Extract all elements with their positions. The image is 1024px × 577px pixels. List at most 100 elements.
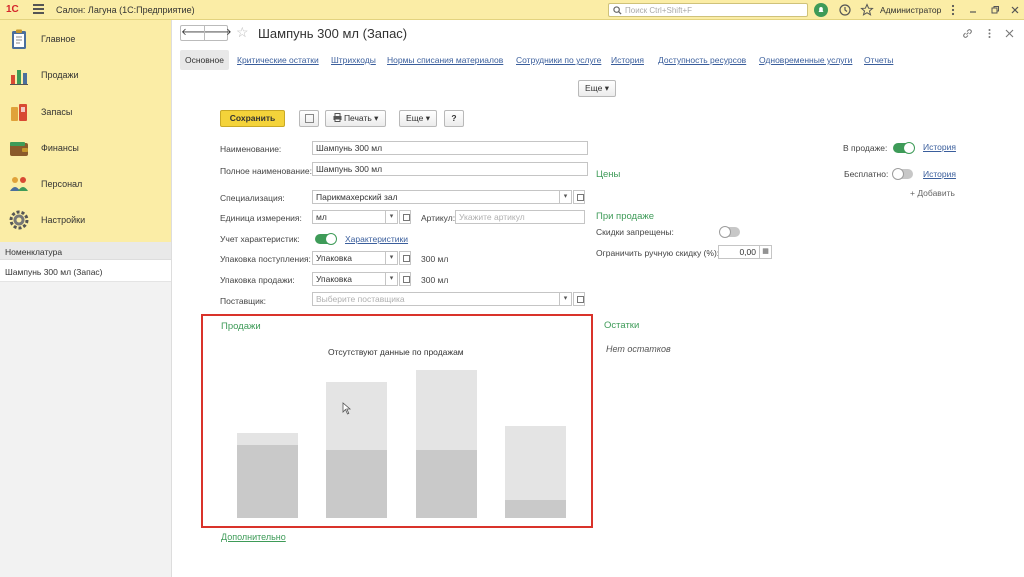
section-main[interactable]: Главное — [0, 22, 171, 58]
fullname-label: Полное наименование: — [220, 166, 312, 176]
top-bar: 1С Салон: Лагуна (1С:Предприятие) Поиск … — [0, 0, 1024, 20]
search-placeholder: Поиск Ctrl+Shift+F — [625, 6, 693, 15]
specialization-label: Специализация: — [220, 193, 285, 203]
sections-panel: Главное Продажи Запасы Финансы Персонал … — [0, 20, 171, 242]
pack-in-field[interactable]: Упаковка — [312, 251, 386, 265]
forward-button[interactable]: 🡒 — [205, 26, 232, 40]
placeholder-bar — [326, 450, 387, 518]
placeholder-bar — [326, 382, 387, 450]
tab-resource-availability[interactable]: Доступность ресурсов — [653, 50, 751, 70]
section-label: Главное — [41, 34, 76, 44]
additional-link[interactable]: Дополнительно — [221, 532, 286, 542]
calculator-icon[interactable]: ▦ — [760, 245, 772, 259]
section-staff[interactable]: Персонал — [0, 167, 171, 203]
toggle-knob — [719, 226, 731, 238]
name-field[interactable]: Шампунь 300 мл — [312, 141, 588, 155]
supplier-open-icon[interactable] — [573, 292, 585, 306]
article-field[interactable]: Укажите артикул — [455, 210, 585, 224]
on-sale-toggle[interactable] — [893, 142, 915, 154]
print-button[interactable]: Печать ▾ — [325, 110, 386, 127]
unit-dropdown-icon[interactable]: ▾ — [386, 210, 398, 224]
more-options-icon[interactable] — [984, 28, 995, 39]
save-button[interactable]: Сохранить — [220, 110, 285, 127]
favorites-icon[interactable] — [860, 3, 874, 17]
section-finance[interactable]: Финансы — [0, 131, 171, 167]
on-sale-label: В продаже: — [843, 143, 888, 153]
tabs-more-button[interactable]: Еще ▾ — [578, 80, 616, 97]
navigation-title[interactable]: Номенклатура — [0, 242, 171, 260]
tab-main[interactable]: Основное — [180, 50, 229, 70]
app-logo: 1С — [6, 4, 19, 15]
section-settings[interactable]: Настройки — [0, 203, 171, 239]
menu-icon[interactable] — [33, 4, 44, 14]
placeholder-bar — [416, 450, 477, 518]
pack-in-dropdown-icon[interactable]: ▾ — [386, 251, 398, 265]
printer-icon — [333, 113, 342, 122]
characteristics-toggle[interactable] — [315, 233, 337, 245]
wallet-icon — [10, 142, 28, 156]
specialization-open-icon[interactable] — [573, 190, 585, 204]
bar-chart-icon — [10, 70, 28, 85]
discounts-toggle[interactable] — [719, 226, 740, 238]
tab-barcodes[interactable]: Штрихкоды — [326, 50, 381, 70]
tab-critical-stock[interactable]: Критические остатки — [232, 50, 324, 70]
save-close-button[interactable] — [299, 110, 319, 127]
pack-in-open-icon[interactable] — [399, 251, 411, 265]
free-toggle[interactable] — [892, 168, 913, 180]
section-label: Запасы — [41, 107, 73, 117]
on-sale-section-title: При продаже — [596, 211, 655, 222]
characteristics-label: Учет характеристик: — [220, 234, 300, 244]
more-button[interactable]: Еще ▾ — [399, 110, 437, 127]
pack-out-dropdown-icon[interactable]: ▾ — [386, 272, 398, 286]
pack-out-open-icon[interactable] — [399, 272, 411, 286]
settings-menu-icon[interactable] — [946, 3, 960, 17]
toggle-knob — [892, 168, 904, 180]
discounts-label: Скидки запрещены: — [596, 227, 674, 237]
pack-out-field[interactable]: Упаковка — [312, 272, 386, 286]
close-form-icon[interactable] — [1004, 28, 1015, 39]
favorite-star-icon[interactable]: ☆ — [236, 25, 249, 39]
specialization-dropdown-icon[interactable]: ▾ — [560, 190, 572, 204]
section-label: Настройки — [41, 215, 86, 225]
tab-writeoff-norms[interactable]: Нормы списания материалов — [382, 50, 508, 70]
characteristics-link[interactable]: Характеристики — [345, 234, 408, 244]
tab-simultaneous-services[interactable]: Одновременные услуги — [754, 50, 857, 70]
sales-empty-message: Отсутствуют данные по продажам — [328, 347, 464, 357]
limit-discount-label: Ограничить ручную скидку (%): — [596, 248, 720, 258]
unit-open-icon[interactable] — [399, 210, 411, 224]
sidebar: Главное Продажи Запасы Финансы Персонал … — [0, 20, 172, 577]
help-button[interactable]: ? — [444, 110, 464, 127]
tab-reports[interactable]: Отчеты — [859, 50, 898, 70]
minimize-icon[interactable] — [966, 3, 980, 17]
print-label: Печать — [343, 113, 372, 123]
limit-discount-field[interactable]: 0,00 — [718, 245, 760, 259]
section-label: Персонал — [41, 179, 83, 189]
free-history-link[interactable]: История — [923, 169, 956, 179]
restore-icon[interactable] — [988, 3, 1002, 17]
tab-history[interactable]: История — [606, 50, 649, 70]
add-price-link[interactable]: + Добавить — [910, 188, 955, 198]
notifications-icon[interactable] — [814, 3, 828, 17]
gear-icon — [9, 210, 29, 230]
link-icon[interactable] — [962, 28, 973, 39]
supplier-label: Поставщик: — [220, 296, 266, 306]
on-sale-history-link[interactable]: История — [923, 142, 956, 152]
toggle-knob — [325, 233, 337, 245]
supplier-field[interactable]: Выберите поставщика — [312, 292, 560, 306]
supplier-dropdown-icon[interactable]: ▾ — [560, 292, 572, 306]
back-button[interactable]: 🡐 — [181, 26, 208, 40]
section-sales[interactable]: Продажи — [0, 58, 171, 94]
search-input[interactable]: Поиск Ctrl+Shift+F — [608, 3, 808, 17]
history-icon[interactable] — [838, 3, 852, 17]
user-name[interactable]: Администратор — [880, 5, 941, 15]
specialization-field[interactable]: Парикмахерский зал — [312, 190, 560, 204]
app-title: Салон: Лагуна (1С:Предприятие) — [56, 5, 195, 15]
close-icon[interactable] — [1008, 3, 1022, 17]
fullname-field[interactable]: Шампунь 300 мл — [312, 162, 588, 176]
tab-service-staff[interactable]: Сотрудники по услуге — [511, 50, 606, 70]
section-stock[interactable]: Запасы — [0, 95, 171, 131]
search-icon — [613, 6, 622, 15]
unit-field[interactable]: мл — [312, 210, 386, 224]
prices-title: Цены — [596, 169, 621, 180]
open-window-item[interactable]: Шампунь 300 мл (Запас) — [0, 260, 171, 282]
